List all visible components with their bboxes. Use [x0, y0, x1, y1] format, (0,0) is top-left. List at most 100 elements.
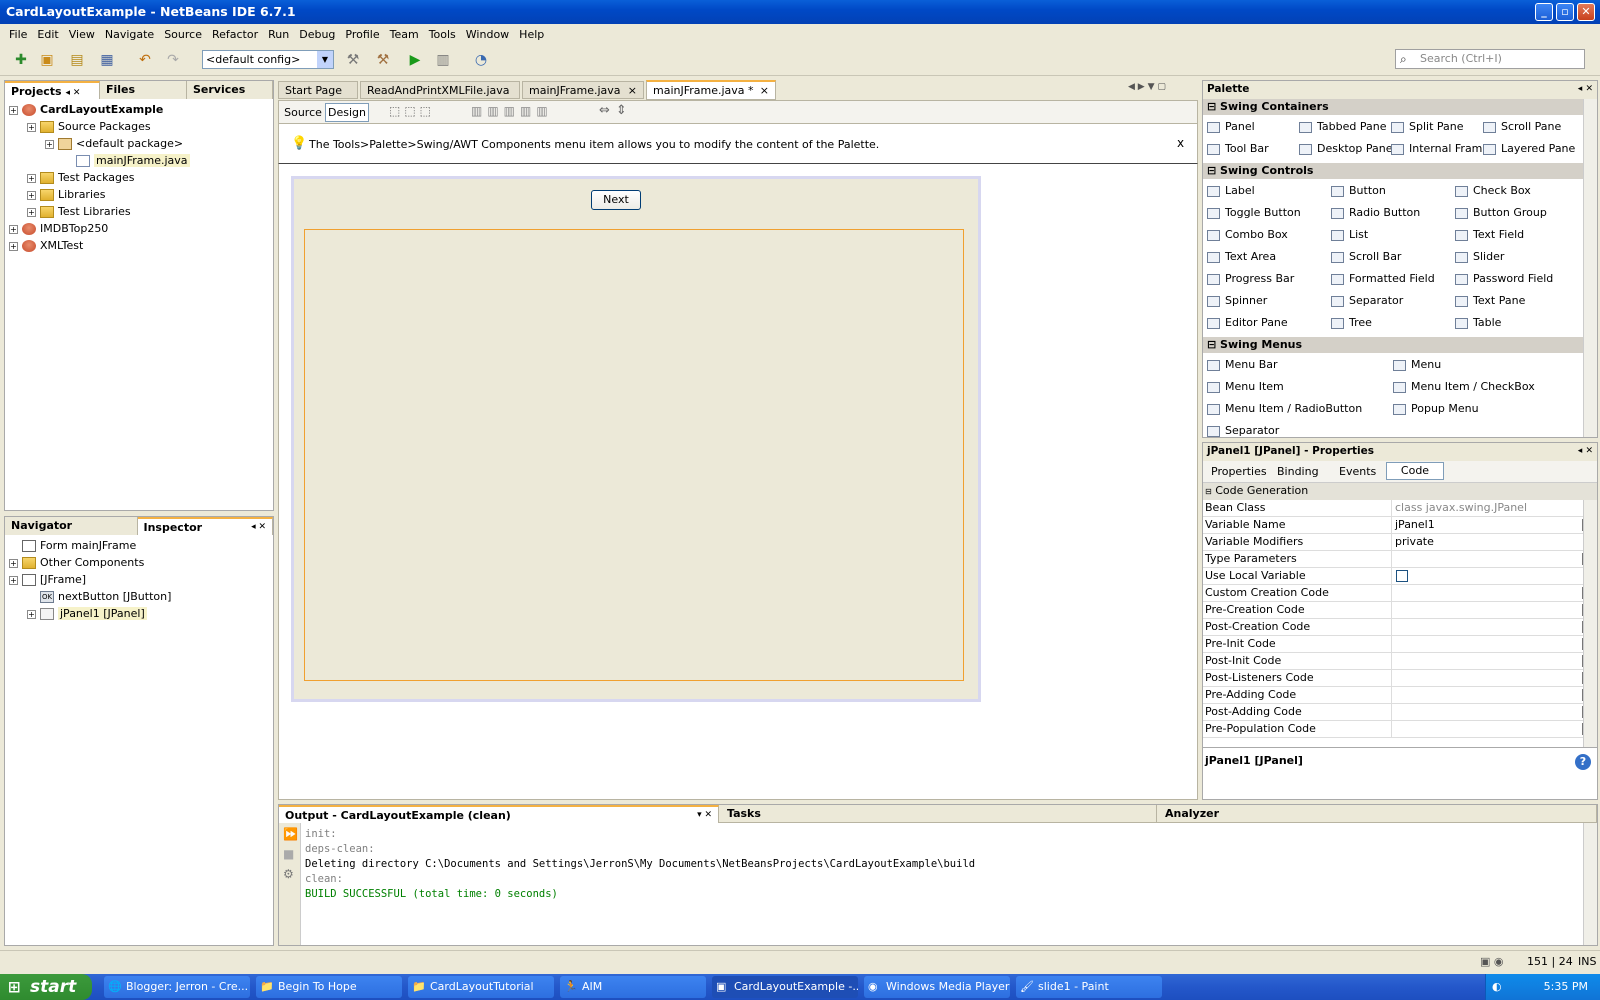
tab-output[interactable]: Output - CardLayoutExample (clean)	[285, 809, 511, 822]
palette-item[interactable]: Scroll Pane	[1483, 120, 1561, 133]
palette-item[interactable]: List	[1331, 228, 1368, 241]
property-value[interactable]	[1391, 670, 1563, 686]
tree-node[interactable]: + Test Libraries	[9, 203, 273, 220]
resize-icon[interactable]: ⇔⇕	[599, 103, 633, 118]
palette-item[interactable]: Panel	[1207, 120, 1255, 133]
collapse-icon[interactable]: ⊟	[1205, 487, 1212, 496]
source-mode-button[interactable]: Source	[283, 104, 323, 121]
property-value[interactable]: jPanel1	[1391, 517, 1563, 533]
settings-icon[interactable]: ⚙	[283, 867, 300, 881]
property-row[interactable]: Post-Init Code…	[1203, 653, 1597, 670]
taskbar-item[interactable]: ▣ CardLayoutExample -...	[712, 976, 858, 998]
undo-icon[interactable]: ↶	[134, 49, 156, 71]
palette-item[interactable]: Menu	[1393, 358, 1441, 371]
close-icon[interactable]: ◂ ✕	[65, 88, 80, 98]
selection-mode-icon[interactable]: ⬚⬚⬚	[389, 104, 435, 118]
checkbox[interactable]	[1396, 570, 1408, 582]
palette-item[interactable]: Editor Pane	[1207, 316, 1288, 329]
property-row[interactable]: Post-Adding Code…	[1203, 704, 1597, 721]
property-value[interactable]	[1391, 602, 1563, 618]
expand-icon[interactable]: +	[27, 122, 36, 132]
menu-edit[interactable]: Edit	[32, 28, 63, 41]
menu-debug[interactable]: Debug	[294, 28, 340, 41]
expand-icon[interactable]	[63, 157, 72, 166]
palette-section[interactable]: ⊟ Swing Menus	[1203, 337, 1583, 353]
palette-scrollbar[interactable]	[1583, 99, 1597, 437]
tab-mainjframe-modified[interactable]: mainJFrame.java * ×	[646, 80, 776, 100]
start-button[interactable]: ⊞ start	[0, 974, 92, 1000]
build-icon[interactable]: ⚒	[342, 49, 364, 71]
palette-item[interactable]: Menu Item / CheckBox	[1393, 380, 1535, 393]
property-row[interactable]: Variable NamejPanel1…	[1203, 517, 1597, 534]
property-value[interactable]: class javax.swing.JPanel	[1391, 500, 1563, 516]
palette-item[interactable]: Tool Bar	[1207, 142, 1269, 155]
taskbar-item[interactable]: 📁 Begin To Hope	[256, 976, 402, 998]
tree-node[interactable]: + CardLayoutExample	[9, 101, 273, 118]
property-row[interactable]: Post-Listeners Code…	[1203, 670, 1597, 687]
palette-item[interactable]: Menu Bar	[1207, 358, 1278, 371]
palette-item[interactable]: Menu Item / RadioButton	[1207, 402, 1362, 415]
menu-refactor[interactable]: Refactor	[207, 28, 263, 41]
property-value[interactable]	[1391, 687, 1563, 703]
expand-icon[interactable]	[27, 593, 36, 602]
property-value[interactable]	[1391, 704, 1563, 720]
tab-mainjframe[interactable]: mainJFrame.java ×	[522, 81, 644, 99]
stop-icon[interactable]: ■	[283, 847, 300, 861]
property-value[interactable]	[1391, 619, 1563, 635]
tree-node[interactable]: + Source Packages	[9, 118, 273, 135]
menu-window[interactable]: Window	[461, 28, 514, 41]
expand-icon[interactable]: +	[9, 558, 18, 568]
minimize-button[interactable]: _	[1535, 3, 1553, 21]
tab-start-page[interactable]: Start Page×	[278, 81, 358, 114]
menu-source[interactable]: Source	[159, 28, 207, 41]
tree-node[interactable]: mainJFrame.java	[9, 152, 273, 169]
taskbar-item[interactable]: 🌐 Blogger: Jerron - Cre...	[104, 976, 250, 998]
palette-item[interactable]: Password Field	[1455, 272, 1553, 285]
menu-navigate[interactable]: Navigate	[100, 28, 159, 41]
search-input[interactable]: ⌕ Search (Ctrl+I)	[1395, 49, 1585, 69]
tree-node[interactable]: + Test Packages	[9, 169, 273, 186]
menu-tools[interactable]: Tools	[424, 28, 461, 41]
property-row[interactable]: Variable Modifiers private	[1203, 534, 1597, 551]
tab-files[interactable]: Files	[100, 81, 187, 99]
redo-icon[interactable]: ↷	[162, 49, 184, 71]
palette-item[interactable]: Progress Bar	[1207, 272, 1294, 285]
tab-properties[interactable]: Properties	[1211, 465, 1267, 478]
help-icon[interactable]: ?	[1575, 754, 1591, 770]
jpanel1[interactable]	[304, 229, 964, 681]
property-value[interactable]	[1391, 585, 1563, 601]
palette-item[interactable]: Radio Button	[1331, 206, 1420, 219]
output-scrollbar[interactable]	[1583, 823, 1597, 945]
palette-item[interactable]: Desktop Pane	[1299, 142, 1392, 155]
menu-view[interactable]: View	[64, 28, 100, 41]
palette-item[interactable]: Popup Menu	[1393, 402, 1479, 415]
tab-tasks[interactable]: Tasks	[721, 805, 1157, 823]
expand-icon[interactable]: +	[27, 190, 36, 200]
expand-icon[interactable]: +	[9, 224, 18, 234]
new-project-icon[interactable]: ▣	[36, 49, 58, 71]
palette-item[interactable]: Slider	[1455, 250, 1504, 263]
clean-build-icon[interactable]: ⚒	[372, 49, 394, 71]
property-row[interactable]: Bean Class class javax.swing.JPanel	[1203, 500, 1597, 517]
palette-item[interactable]: Split Pane	[1391, 120, 1464, 133]
palette-item[interactable]: Spinner	[1207, 294, 1267, 307]
next-button[interactable]: Next	[591, 190, 641, 210]
taskbar-item[interactable]: 📁 CardLayoutTutorial	[408, 976, 554, 998]
menu-help[interactable]: Help	[514, 28, 549, 41]
palette-item[interactable]: Formatted Field	[1331, 272, 1435, 285]
expand-icon[interactable]: +	[27, 173, 36, 183]
tree-node[interactable]: + <default package>	[9, 135, 273, 152]
tree-node[interactable]: + [JFrame]	[9, 571, 273, 588]
palette-item[interactable]: Separator	[1331, 294, 1403, 307]
menu-profile[interactable]: Profile	[340, 28, 384, 41]
property-value[interactable]	[1391, 568, 1563, 584]
property-row[interactable]: Pre-Population Code…	[1203, 721, 1597, 738]
property-row[interactable]: Post-Creation Code…	[1203, 619, 1597, 636]
new-file-icon[interactable]: ✚	[10, 49, 32, 71]
profile-icon[interactable]: ◔	[470, 49, 492, 71]
palette-item[interactable]: Tabbed Pane	[1299, 120, 1386, 133]
tree-node[interactable]: + IMDBTop250	[9, 220, 273, 237]
expand-icon[interactable]: +	[9, 241, 18, 251]
property-row[interactable]: Pre-Adding Code…	[1203, 687, 1597, 704]
palette-section[interactable]: ⊟ Swing Containers	[1203, 99, 1583, 115]
